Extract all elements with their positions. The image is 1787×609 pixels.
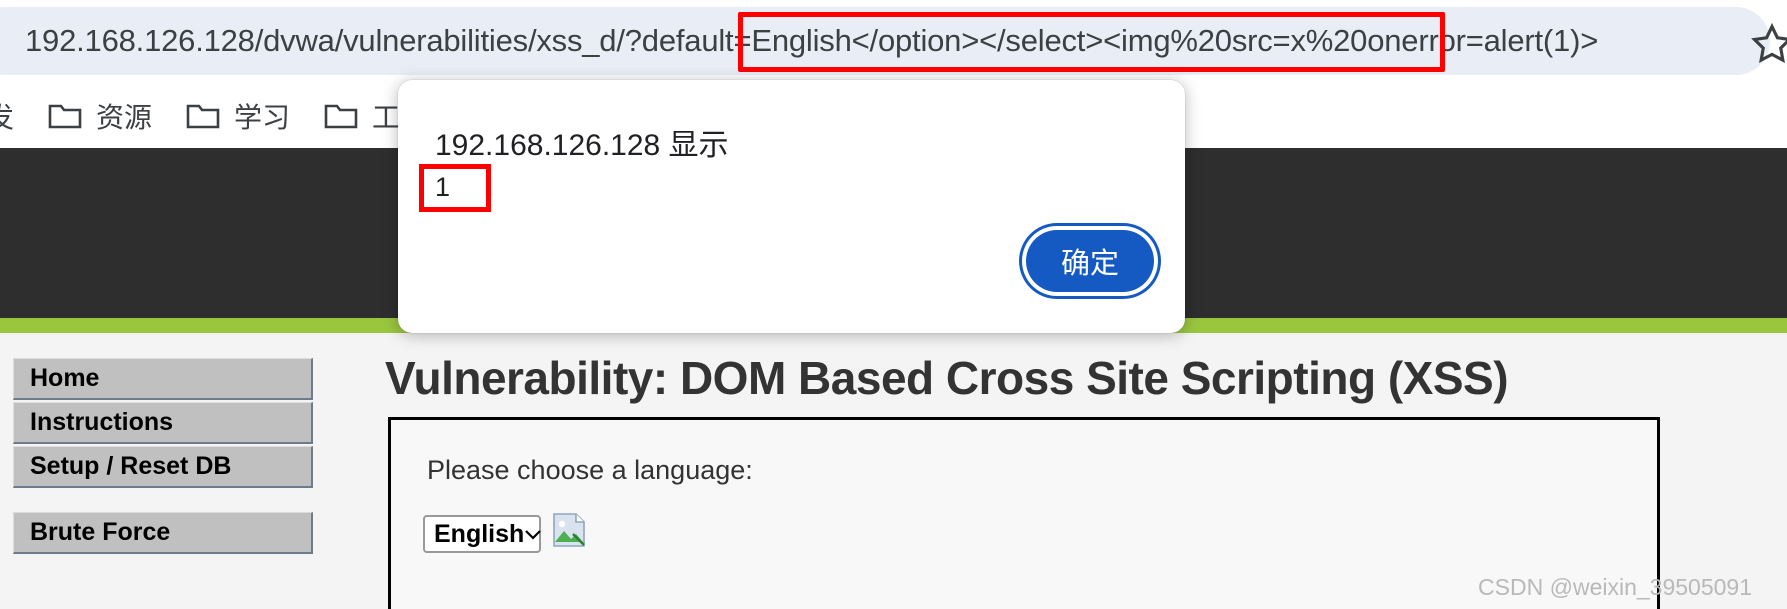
dialog-ok-button[interactable]: 确定 [1026, 230, 1154, 292]
sidebar-item-label: Home [30, 364, 100, 392]
broken-image-icon [553, 513, 585, 547]
page-title: Vulnerability: DOM Based Cross Site Scri… [385, 352, 1509, 404]
bookmark-item-1[interactable]: 资源 [48, 96, 152, 136]
dialog-message-text: 1 [435, 172, 451, 202]
page-content: Home Instructions Setup / Reset DB Brute… [0, 333, 1787, 609]
sidebar-item-instructions[interactable]: Instructions [13, 402, 313, 444]
javascript-alert-dialog: 192.168.126.128 显示 1 确定 [398, 80, 1185, 333]
bookmark-item-2[interactable]: 学习 [186, 96, 290, 136]
language-select-value: English [434, 519, 525, 548]
address-bar-url[interactable]: 192.168.126.128/dvwa/vulnerabilities/xss… [25, 7, 1598, 75]
browser-window: 192.168.126.128/dvwa/vulnerabilities/xss… [0, 0, 1787, 609]
bookmark-item-0[interactable]: 发 [0, 96, 14, 136]
watermark-text: CSDN @weixin_39505091 [1478, 574, 1752, 600]
sidebar-item-label: Brute Force [30, 518, 171, 546]
sidebar-item-label: Setup / Reset DB [30, 452, 232, 480]
sidebar-item-setup-reset-db[interactable]: Setup / Reset DB [13, 446, 313, 488]
chevron-down-icon [525, 530, 542, 540]
folder-icon [324, 104, 358, 129]
choose-language-label: Please choose a language: [427, 455, 753, 485]
dialog-message-highlight [419, 164, 491, 212]
sidebar-divider [13, 490, 313, 512]
bookmark-label: 发 [0, 101, 15, 133]
sidebar-item-brute-force[interactable]: Brute Force [13, 512, 313, 554]
folder-icon [48, 104, 82, 129]
sidebar-item-home[interactable]: Home [13, 358, 313, 400]
language-select[interactable]: English [423, 515, 542, 553]
bookmark-label: 学习 [234, 101, 291, 133]
browser-toolbar: 192.168.126.128/dvwa/vulnerabilities/xss… [0, 0, 1787, 83]
folder-icon [186, 104, 220, 129]
bookmark-star-icon[interactable] [1751, 22, 1787, 64]
sidebar-item-label: Instructions [30, 408, 174, 436]
bookmark-label: 资源 [96, 101, 153, 133]
vulnerability-panel: Please choose a language: English [388, 417, 1660, 609]
address-bar[interactable]: 192.168.126.128/dvwa/vulnerabilities/xss… [0, 7, 1770, 75]
dialog-origin-text: 192.168.126.128 显示 [435, 129, 729, 162]
sidebar-nav: Home Instructions Setup / Reset DB Brute… [13, 358, 313, 556]
